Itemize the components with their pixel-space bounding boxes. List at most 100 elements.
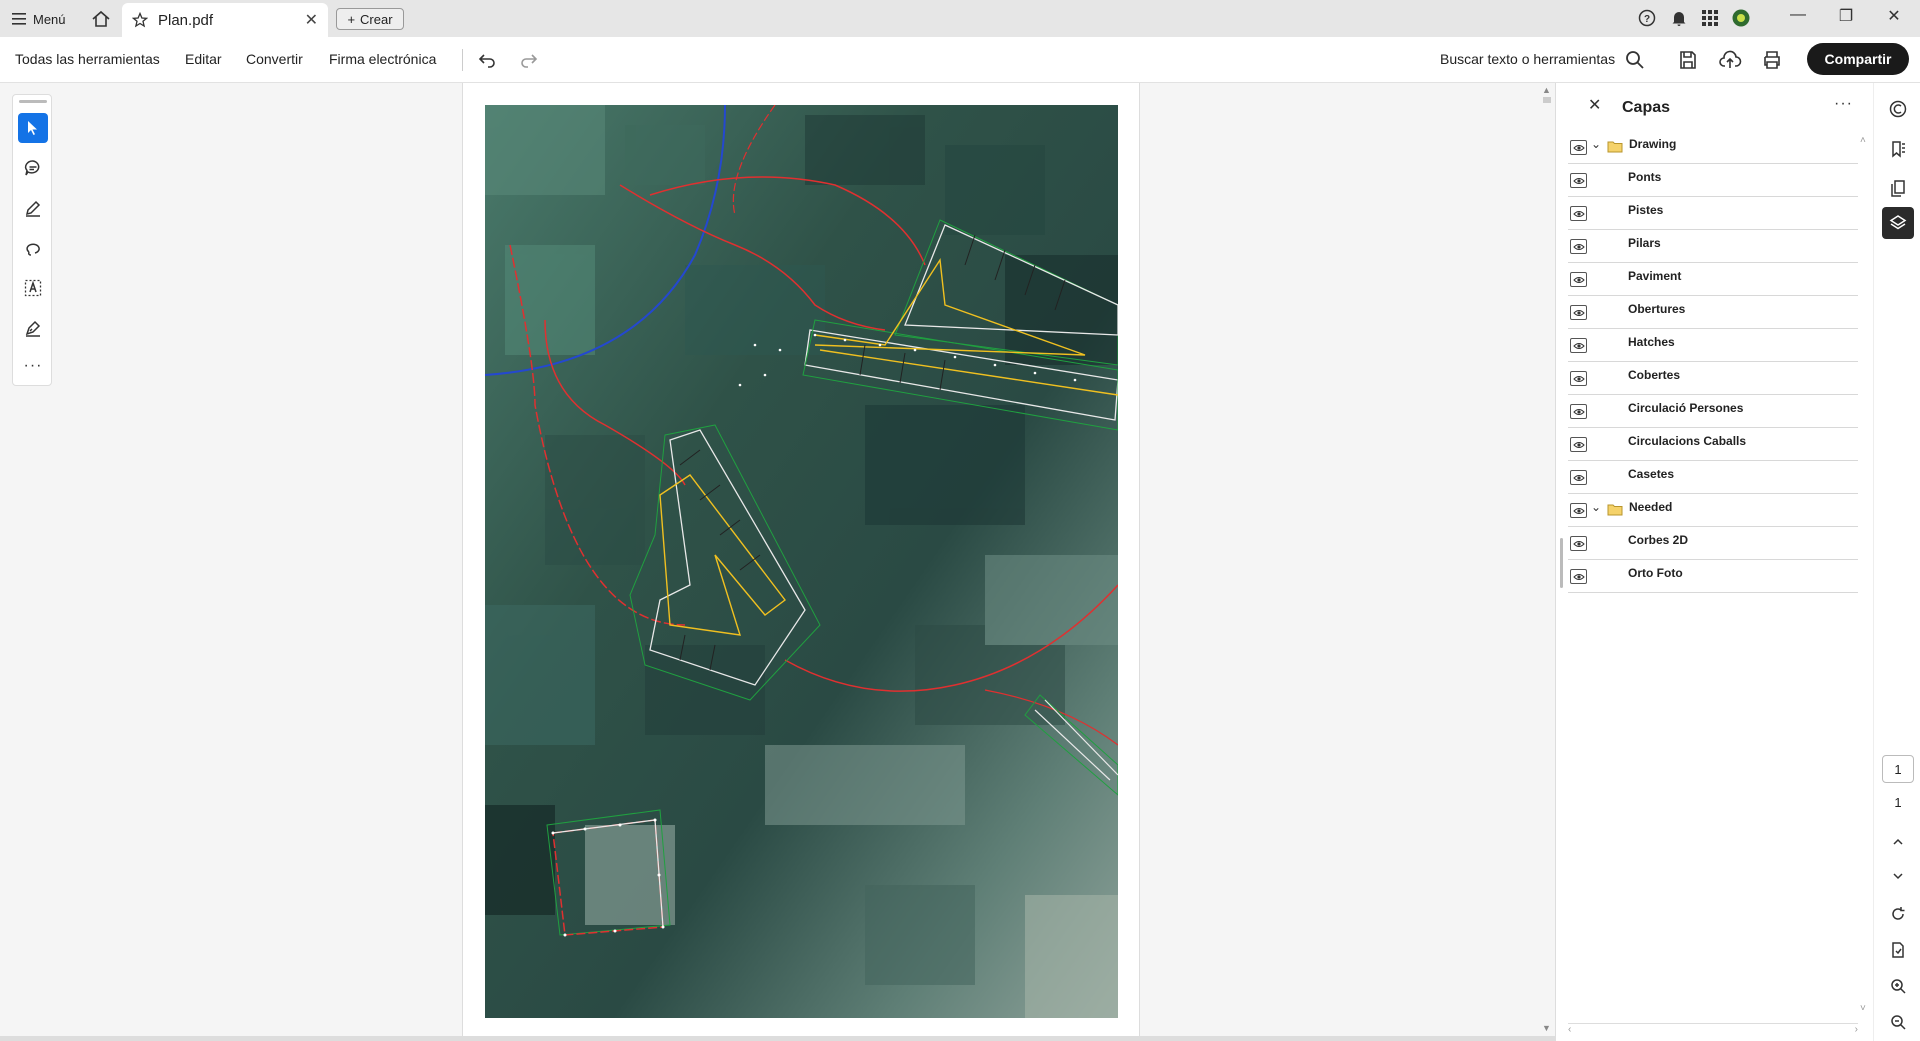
layer-row[interactable]: Ponts — [1568, 164, 1858, 197]
eye-icon[interactable] — [1570, 569, 1587, 584]
panel-scroll-up-icon[interactable]: ˄ — [1860, 135, 1866, 146]
eye-icon[interactable] — [1570, 404, 1587, 419]
redo-button[interactable] — [518, 49, 540, 71]
close-panel-icon[interactable]: ✕ — [1588, 95, 1601, 115]
bell-icon[interactable] — [1670, 9, 1688, 27]
eye-icon[interactable] — [1570, 272, 1587, 287]
more-tools-button[interactable]: ··· — [18, 351, 48, 381]
panel-title: Capas — [1622, 99, 1671, 116]
eye-icon[interactable] — [1570, 536, 1587, 551]
upload-button[interactable] — [1718, 48, 1742, 72]
layer-row[interactable]: ⌄ Needed — [1568, 494, 1858, 527]
layer-row[interactable]: Hatches — [1568, 329, 1858, 362]
select-tool[interactable] — [18, 113, 48, 143]
layer-row[interactable]: Paviment — [1568, 263, 1858, 296]
layers-icon — [1889, 215, 1907, 230]
eye-icon[interactable] — [1570, 470, 1587, 485]
highlight-tool[interactable] — [18, 193, 48, 223]
layer-label: Hatches — [1628, 335, 1675, 349]
scroll-down-icon[interactable]: ▼ — [1542, 1023, 1551, 1033]
eye-icon[interactable] — [1570, 371, 1587, 386]
rail-grip[interactable] — [19, 100, 47, 103]
all-tools-menu[interactable]: Todas las herramientas — [15, 51, 160, 67]
scroll-up-icon[interactable]: ▲ — [1542, 85, 1551, 95]
scroll-left-icon[interactable]: ‹ — [1568, 1024, 1571, 1035]
rotate-button[interactable] — [1885, 901, 1911, 927]
rotate-icon — [1892, 907, 1905, 920]
pdf-page[interactable] — [485, 105, 1118, 1018]
search-tools-label[interactable]: Buscar texto o herramientas — [1440, 51, 1615, 67]
search-button[interactable] — [1623, 48, 1647, 72]
document-scrollbar[interactable]: ▲ ▼ — [1540, 83, 1554, 1041]
convert-menu[interactable]: Convertir — [246, 51, 303, 67]
create-button[interactable]: + Crear — [336, 8, 404, 30]
bookmark-icon — [1892, 141, 1905, 158]
eye-icon[interactable] — [1570, 503, 1587, 518]
restore-icon[interactable]: ❐ — [1826, 6, 1866, 26]
panel-horizontal-scrollbar[interactable]: ‹ › — [1568, 1023, 1858, 1035]
page-number-input[interactable]: 1 — [1882, 755, 1914, 783]
layer-row[interactable]: Pistes — [1568, 197, 1858, 230]
eye-icon[interactable] — [1570, 305, 1587, 320]
page-settings-button[interactable] — [1885, 937, 1911, 963]
panel-more-icon[interactable]: ··· — [1834, 95, 1853, 113]
ai-assistant-button[interactable] — [1885, 96, 1911, 122]
layer-label: Cobertes — [1628, 368, 1681, 382]
chevron-up-icon — [1893, 838, 1903, 845]
home-button[interactable] — [90, 8, 112, 30]
cursor-icon — [28, 121, 37, 135]
layer-row[interactable]: Circulacions Caballs — [1568, 428, 1858, 461]
horizontal-scrollbar[interactable] — [0, 1036, 1555, 1041]
eye-icon[interactable] — [1570, 437, 1587, 452]
minimize-icon[interactable]: — — [1778, 6, 1818, 24]
edit-menu[interactable]: Editar — [185, 51, 222, 67]
apps-grid-icon[interactable] — [1702, 10, 1718, 26]
eye-icon[interactable] — [1570, 140, 1587, 155]
star-icon[interactable] — [132, 12, 148, 28]
close-window-icon[interactable]: ✕ — [1874, 6, 1914, 26]
layer-row[interactable]: Casetes — [1568, 461, 1858, 494]
previous-page-button[interactable] — [1885, 829, 1911, 855]
text-tool[interactable] — [18, 273, 48, 303]
eye-icon[interactable] — [1570, 206, 1587, 221]
eye-icon[interactable] — [1570, 173, 1587, 188]
sign-tool[interactable] — [18, 313, 48, 343]
chevron-down-icon[interactable]: ⌄ — [1591, 500, 1601, 514]
esign-menu[interactable]: Firma electrónica — [329, 51, 436, 67]
document-tab[interactable]: Plan.pdf ✕ — [122, 3, 328, 37]
layers-button[interactable] — [1882, 207, 1914, 239]
main-toolbar: Todas las herramientas Editar Convertir … — [0, 37, 1920, 83]
page-settings-icon — [1892, 942, 1904, 958]
chevron-down-icon[interactable]: ⌄ — [1591, 137, 1601, 151]
layer-row[interactable]: Cobertes — [1568, 362, 1858, 395]
print-button[interactable] — [1760, 48, 1784, 72]
layer-row[interactable]: ⌄ Drawing — [1568, 131, 1858, 164]
help-icon[interactable]: ? — [1638, 9, 1656, 27]
undo-button[interactable] — [476, 49, 498, 71]
pages-button[interactable] — [1885, 175, 1911, 201]
layer-row[interactable]: Circulació Persones — [1568, 395, 1858, 428]
save-button[interactable] — [1676, 48, 1700, 72]
next-page-button[interactable] — [1885, 863, 1911, 889]
right-rail: 1 1 — [1873, 83, 1920, 1041]
layer-row[interactable]: Obertures — [1568, 296, 1858, 329]
bookmarks-button[interactable] — [1885, 136, 1911, 162]
menu-button[interactable]: Menú — [12, 8, 66, 30]
zoom-out-button[interactable] — [1885, 1009, 1911, 1035]
layer-row[interactable]: Pilars — [1568, 230, 1858, 263]
close-tab-icon[interactable]: ✕ — [305, 10, 318, 30]
zoom-in-button[interactable] — [1885, 973, 1911, 999]
eye-icon[interactable] — [1570, 338, 1587, 353]
comment-tool[interactable] — [18, 153, 48, 183]
layer-row[interactable]: Orto Foto — [1568, 560, 1858, 593]
home-icon — [92, 10, 110, 27]
avatar[interactable] — [1732, 9, 1750, 27]
eye-icon[interactable] — [1570, 239, 1587, 254]
share-button[interactable]: Compartir — [1807, 43, 1909, 75]
scroll-thumb[interactable] — [1543, 97, 1551, 103]
panel-resize-handle[interactable] — [1560, 538, 1563, 588]
scroll-right-icon[interactable]: › — [1855, 1024, 1858, 1035]
layer-row[interactable]: Corbes 2D — [1568, 527, 1858, 560]
draw-tool[interactable] — [18, 233, 48, 263]
panel-scroll-down-icon[interactable]: ˅ — [1860, 1003, 1866, 1014]
